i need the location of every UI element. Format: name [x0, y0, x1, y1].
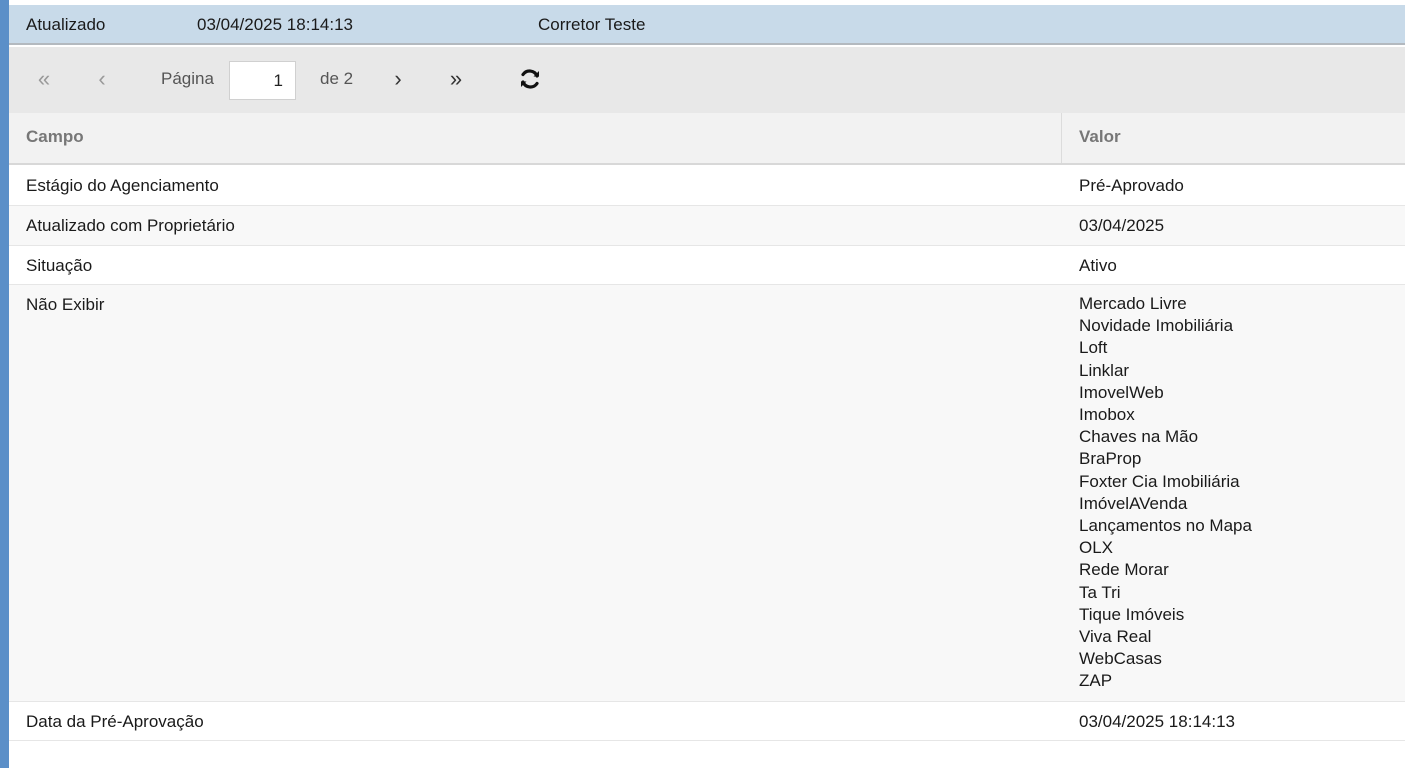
table-row: Estágio do Agenciamento Pré-Aprovado: [9, 166, 1405, 206]
table-row: Data da Pré-Aprovação 03/04/2025 18:14:1…: [9, 702, 1405, 741]
list-item: WebCasas: [1079, 649, 1162, 669]
record-history-panel: Atualizado 03/04/2025 18:14:13 Corretor …: [9, 0, 1405, 768]
pagination-toolbar: « ‹ Página de 2 › »: [9, 47, 1405, 113]
list-item: Ta Tri: [1079, 582, 1121, 602]
field-name: Estágio do Agenciamento: [26, 176, 219, 195]
list-item: Linklar: [1079, 360, 1130, 380]
field-name: Data da Pré-Aprovação: [26, 712, 204, 731]
field-name: Situação: [26, 256, 93, 275]
field-value: 03/04/2025: [1079, 216, 1165, 235]
page-total-label: de 2: [320, 69, 354, 88]
table-header: Campo Valor: [9, 113, 1405, 165]
field-name: Atualizado com Proprietário: [26, 216, 235, 235]
history-header-row[interactable]: Atualizado 03/04/2025 18:14:13 Corretor …: [9, 5, 1405, 45]
page-label: Página: [161, 69, 214, 88]
column-header-valor[interactable]: Valor: [1079, 127, 1121, 147]
list-item: Tique Imóveis: [1079, 604, 1185, 624]
table-row: Atualizado com Proprietário 03/04/2025: [9, 206, 1405, 246]
list-item: Rede Morar: [1079, 560, 1169, 580]
list-item: Viva Real: [1079, 627, 1152, 647]
list-item: Foxter Cia Imobiliária: [1079, 471, 1240, 491]
list-item: Novidade Imobiliária: [1079, 316, 1234, 336]
page-number-input[interactable]: [229, 61, 296, 100]
field-value: Pré-Aprovado: [1079, 176, 1184, 195]
chevron-right-icon[interactable]: ›: [384, 65, 412, 93]
table-row: Situação Ativo: [9, 246, 1405, 285]
list-item: ImóvelAVenda: [1079, 493, 1188, 513]
field-value: Ativo: [1079, 256, 1117, 275]
list-item: Chaves na Mão: [1079, 427, 1199, 447]
list-item: OLX: [1079, 538, 1114, 558]
column-header-campo[interactable]: Campo: [26, 127, 84, 147]
field-value: 03/04/2025 18:14:13: [1079, 712, 1235, 731]
double-chevron-left-icon[interactable]: «: [30, 65, 58, 93]
table-row: Não Exibir Mercado Livre Novidade Imobil…: [9, 285, 1405, 702]
list-item: ImovelWeb: [1079, 382, 1164, 402]
list-item: Mercado Livre: [1079, 294, 1187, 313]
refresh-icon[interactable]: [516, 65, 544, 93]
list-item: Lançamentos no Mapa: [1079, 516, 1252, 536]
list-item: Imobox: [1079, 405, 1135, 425]
list-item: Loft: [1079, 338, 1108, 358]
field-value-list: Mercado Livre Novidade Imobiliária Loft …: [1079, 293, 1252, 693]
list-item: ZAP: [1079, 671, 1113, 691]
status-label: Atualizado: [26, 15, 106, 34]
double-chevron-right-icon[interactable]: »: [442, 65, 470, 93]
left-accent-bar: [0, 0, 9, 768]
list-item: BraProp: [1079, 449, 1142, 469]
user-name: Corretor Teste: [538, 15, 646, 34]
field-name: Não Exibir: [26, 295, 105, 314]
chevron-left-icon[interactable]: ‹: [88, 65, 116, 93]
updated-datetime: 03/04/2025 18:14:13: [197, 15, 353, 34]
column-divider: [1061, 113, 1062, 163]
